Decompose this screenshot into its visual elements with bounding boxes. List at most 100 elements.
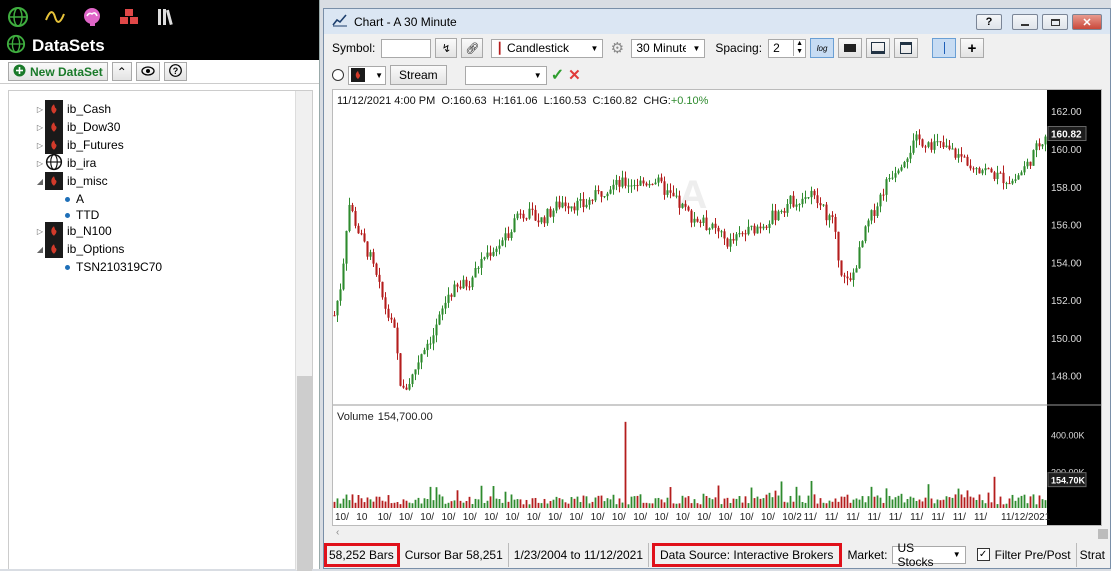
dataset-icon bbox=[45, 172, 63, 190]
bars-count: 58,252 Bars bbox=[324, 542, 400, 567]
collapsed-caret-icon[interactable]: ▷ bbox=[35, 105, 45, 114]
candle-body bbox=[1005, 183, 1008, 185]
chart-horizontal-scrollbar[interactable]: ‹ bbox=[324, 527, 1110, 541]
spacing-stepper[interactable]: 2 ▲ ▼ bbox=[768, 38, 807, 58]
candle-body bbox=[378, 274, 381, 282]
tree-scrollbar[interactable] bbox=[295, 91, 312, 571]
chart-area[interactable]: A 162.00 160.00 158.00 156.00 154.00 152.00 150… bbox=[332, 89, 1102, 526]
candle-body bbox=[708, 228, 711, 231]
x-tick-label: 11/ bbox=[804, 512, 817, 523]
ohlc-high-label: H: bbox=[493, 95, 504, 107]
collapse-all-button[interactable]: ⌃ bbox=[111, 62, 132, 81]
brain-icon[interactable] bbox=[80, 5, 104, 29]
candle-body bbox=[471, 277, 474, 288]
x-tick-label: 11/ bbox=[953, 512, 966, 523]
tree-item-symbol[interactable]: TSN210319C70 bbox=[65, 258, 162, 276]
expanded-caret-icon[interactable]: ◢ bbox=[35, 245, 45, 254]
scroll-thumb[interactable] bbox=[1098, 529, 1108, 539]
candle-body bbox=[765, 226, 768, 228]
tree-item-dataset[interactable]: ◢ ib_Options bbox=[35, 240, 124, 258]
help-button[interactable]: ? bbox=[976, 14, 1002, 30]
tree-item-dataset[interactable]: ▷ ib_ira bbox=[35, 153, 96, 172]
collapsed-caret-icon[interactable]: ▷ bbox=[35, 123, 45, 132]
new-dataset-label: New DataSet bbox=[30, 64, 103, 79]
candle-body bbox=[570, 206, 573, 209]
strategy-type-select[interactable]: ▼ bbox=[348, 65, 386, 85]
check-icon[interactable]: ✓ bbox=[551, 65, 564, 85]
candle-body bbox=[798, 204, 801, 206]
minimize-button[interactable] bbox=[1012, 14, 1038, 30]
wave-icon[interactable] bbox=[43, 5, 67, 29]
symbol-input[interactable] bbox=[381, 38, 432, 58]
maximize-button[interactable] bbox=[1042, 14, 1068, 30]
price-tick-label: 150.00 bbox=[1051, 334, 1082, 345]
interval-select[interactable]: 30 Minute ▼ bbox=[631, 38, 706, 58]
layout-icon bbox=[900, 42, 913, 54]
chevron-left-icon[interactable]: ‹ bbox=[336, 527, 339, 538]
log-scale-button[interactable]: log bbox=[810, 38, 835, 58]
candle-body bbox=[864, 226, 867, 242]
candle-body bbox=[762, 226, 765, 229]
new-dataset-button[interactable]: New DataSet bbox=[8, 62, 108, 81]
chart-style-value: Candlestick bbox=[506, 41, 570, 55]
expanded-caret-icon[interactable]: ◢ bbox=[35, 177, 45, 186]
candle-body bbox=[597, 190, 600, 192]
candle-body bbox=[873, 210, 876, 216]
collapsed-caret-icon[interactable]: ▷ bbox=[35, 227, 45, 236]
candle-body bbox=[969, 165, 972, 169]
candle-body bbox=[687, 206, 690, 211]
filter-prepost[interactable]: ✓ Filter Pre/Post bbox=[972, 542, 1077, 567]
chart-settings-button[interactable]: ⚙ bbox=[607, 38, 627, 58]
tree-item-dataset[interactable]: ◢ ib_misc bbox=[35, 172, 108, 190]
x-icon[interactable]: ✕ bbox=[568, 66, 581, 84]
candle-body bbox=[348, 204, 351, 231]
collapsed-caret-icon[interactable]: ▷ bbox=[35, 141, 45, 150]
candle-body bbox=[411, 374, 414, 385]
tree-item-dataset[interactable]: ▷ ib_Cash bbox=[35, 100, 111, 118]
x-tick-label: 10/ bbox=[633, 512, 647, 523]
cursor-line-button[interactable] bbox=[932, 38, 957, 58]
candle-body bbox=[645, 183, 648, 186]
market-select[interactable]: US Stocks ▼ bbox=[892, 541, 966, 569]
camera-button[interactable] bbox=[838, 38, 863, 58]
candle-body bbox=[885, 179, 888, 195]
strategy-select[interactable]: ▼ bbox=[464, 65, 547, 85]
candle-body bbox=[408, 384, 411, 390]
close-button[interactable]: ✕ bbox=[1072, 14, 1102, 30]
price-volume-chart[interactable]: A 162.00 160.00 158.00 156.00 154.00 152.00 150… bbox=[333, 90, 1101, 525]
crosshair-button[interactable]: + bbox=[960, 38, 985, 58]
help-button[interactable]: ? bbox=[163, 62, 187, 81]
candle-body bbox=[705, 217, 708, 231]
panel-icon bbox=[871, 42, 886, 54]
tree-item-dataset[interactable]: ▷ ib_N100 bbox=[35, 222, 112, 240]
link-button[interactable]: 🔗︎ bbox=[461, 38, 484, 58]
tree-scroll-thumb[interactable] bbox=[297, 376, 312, 571]
filter-checkbox[interactable]: ✓ bbox=[976, 548, 990, 561]
candle-body bbox=[711, 223, 714, 229]
blocks-icon[interactable] bbox=[117, 5, 141, 29]
globe-icon[interactable] bbox=[6, 5, 30, 29]
stream-button[interactable]: Stream bbox=[390, 65, 447, 85]
books-icon[interactable] bbox=[154, 5, 178, 29]
candle-body bbox=[429, 343, 432, 345]
candle-body bbox=[447, 294, 450, 303]
tree-item-dataset[interactable]: ▷ ib_Futures bbox=[35, 136, 124, 154]
price-tick-label: 162.00 bbox=[1051, 107, 1082, 118]
candle-body bbox=[681, 203, 684, 208]
tree-item-dataset[interactable]: ▷ ib_Dow30 bbox=[35, 118, 120, 136]
candle-body bbox=[735, 234, 738, 241]
chart-style-select[interactable]: ┃ Candlestick ▼ bbox=[491, 38, 604, 58]
lightning-button[interactable]: ↯ bbox=[435, 38, 458, 58]
x-tick-label: 11/ bbox=[889, 512, 902, 523]
candle-body bbox=[783, 210, 786, 213]
candle-body bbox=[804, 197, 807, 199]
stepper-arrows-icon[interactable]: ▲ ▼ bbox=[793, 40, 805, 56]
spacing-value: 2 bbox=[773, 41, 780, 55]
collapsed-caret-icon[interactable]: ▷ bbox=[35, 159, 45, 168]
layout-button[interactable] bbox=[894, 38, 919, 58]
close-icon: ✕ bbox=[1082, 16, 1092, 29]
x-tick-label: 10/ bbox=[335, 512, 349, 523]
view-button[interactable] bbox=[135, 62, 160, 81]
radio-button[interactable] bbox=[332, 69, 344, 81]
panel-button[interactable] bbox=[866, 38, 891, 58]
